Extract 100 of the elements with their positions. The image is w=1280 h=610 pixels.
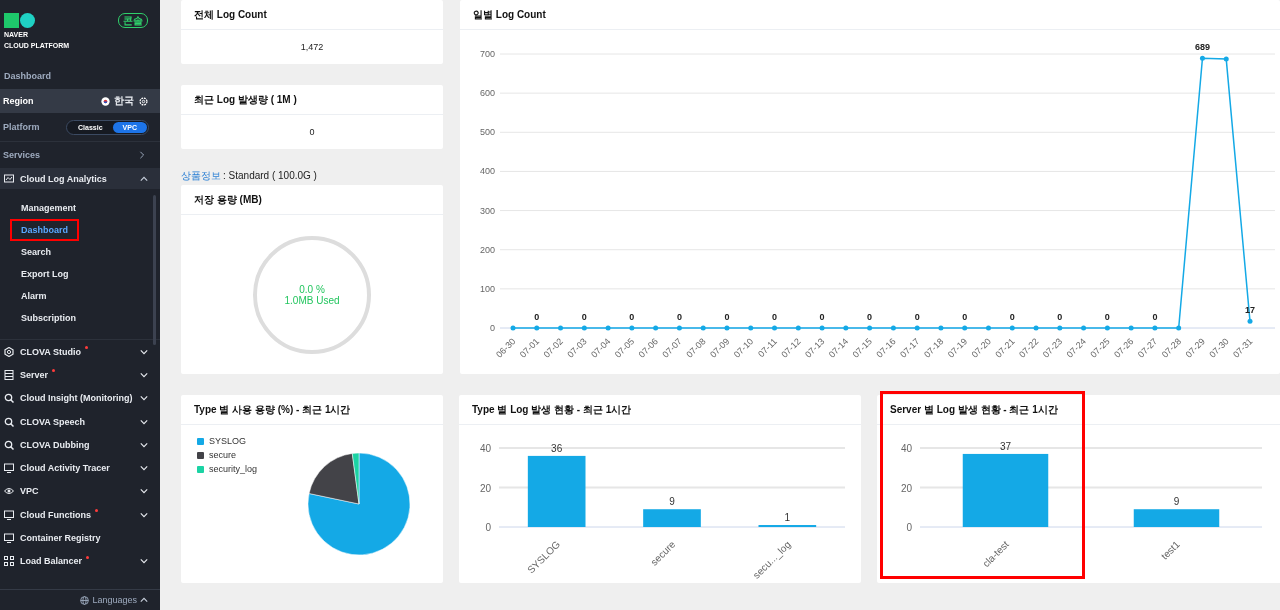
data-point (748, 325, 754, 331)
data-point (1247, 318, 1253, 324)
scrollbar[interactable] (153, 195, 156, 345)
value-label: 9 (669, 496, 675, 508)
service-item[interactable]: CLOVA Speech (0, 409, 160, 434)
axis-label: 0 (906, 522, 912, 533)
eye-icon (4, 486, 14, 497)
axis-label: 600 (479, 88, 495, 99)
data-point (1057, 325, 1063, 331)
value-label: 0 (581, 312, 587, 322)
monitor-icon (4, 533, 14, 543)
menu-item[interactable]: Dashboard (10, 219, 79, 241)
service-item[interactable]: Cloud Insight (Monitoring) (0, 386, 160, 410)
axis-label: 40 (900, 443, 912, 454)
value-label: 36 (551, 442, 563, 454)
console-badge: 콘솔 (118, 13, 148, 28)
legend-label[interactable]: SYSLOG (209, 436, 246, 446)
service-item[interactable]: Cloud Functions (0, 503, 160, 527)
data-point (1081, 325, 1087, 331)
value-label: 689 (1194, 42, 1210, 53)
value-label: 0 (629, 312, 635, 322)
service-item[interactable]: CLOVA Studio (0, 340, 160, 364)
usage-percent: 0.0 % (299, 283, 325, 295)
data-point (819, 325, 825, 331)
bar (643, 509, 701, 527)
data-point (795, 325, 801, 331)
data-point (1176, 325, 1182, 331)
data-point (890, 325, 896, 331)
data-point (772, 325, 777, 331)
card-title: 전체 Log Count (194, 7, 267, 22)
service-item[interactable]: Container Registry (0, 526, 160, 550)
bar (527, 455, 586, 527)
region-label: Region (3, 96, 35, 106)
data-point (914, 325, 920, 331)
server-icon (4, 369, 14, 380)
menu-item[interactable]: Export Log (10, 263, 80, 285)
value-label: 37 (999, 440, 1012, 452)
menu-item[interactable]: Subscription (10, 307, 87, 329)
service-item[interactable]: Cloud Activity Tracer (0, 456, 160, 480)
data-point (1199, 55, 1205, 61)
service-item[interactable]: CLOVA Dubbing (0, 433, 160, 457)
chart-icon (4, 173, 14, 184)
service-item[interactable]: Load Balancer (0, 549, 160, 573)
monitor-icon (4, 509, 14, 520)
data-point (986, 325, 991, 331)
menu-item[interactable]: Search (10, 241, 63, 263)
value-label: 0 (914, 312, 920, 322)
globe-icon (80, 595, 90, 605)
data-point (605, 325, 611, 331)
data-point (724, 325, 730, 331)
menu-item[interactable]: Alarm (10, 285, 58, 307)
service-item[interactable]: Cloud Log Analytics (0, 168, 160, 189)
data-point (938, 325, 944, 331)
card-title: Type 별 Log 발생 현황 - 최근 1시간 (472, 402, 632, 417)
axis-label: 400 (479, 166, 495, 177)
data-point (558, 325, 564, 331)
legend-label[interactable]: secure (209, 450, 236, 460)
data-point (1009, 325, 1015, 331)
dashboard-link[interactable]: Dashboard (0, 61, 160, 89)
value-label: 0 (1152, 312, 1158, 322)
data-point (676, 325, 682, 331)
flag-icon (101, 96, 110, 106)
magnifier-icon (4, 416, 14, 427)
magnifier-icon (4, 439, 14, 450)
data-point (534, 325, 540, 331)
menu-item[interactable]: Management (10, 197, 87, 219)
axis-label: 20 (479, 482, 491, 494)
data-point (581, 325, 587, 331)
value-label: 0 (1104, 312, 1110, 322)
value-label: 0 (534, 312, 540, 322)
nodes-icon (4, 556, 14, 567)
card-title: 최근 Log 발생량 ( 1M ) (194, 92, 297, 107)
region-value[interactable]: 한국 (114, 94, 134, 108)
axis-label: 0 (485, 522, 491, 533)
languages-link[interactable]: Languages (92, 595, 137, 605)
card-title: 저장 용량 (MB) (194, 192, 262, 207)
hexagon-icon (4, 346, 14, 357)
chevron-right-icon (138, 151, 146, 159)
service-item[interactable]: Server (0, 363, 160, 387)
product-plan: : Standard ( 100.0G ) (223, 170, 317, 181)
platform-label: Platform (3, 122, 41, 132)
data-point (867, 325, 873, 331)
value-label: 0 (724, 312, 730, 322)
axis-label: 300 (479, 205, 495, 216)
data-point (1128, 325, 1134, 331)
count-value: 0 (308, 126, 316, 139)
services-label[interactable]: Services (3, 150, 41, 160)
data-point (700, 325, 706, 331)
data-point (1033, 325, 1039, 331)
product-info-link[interactable]: 상품정보 (181, 168, 221, 183)
axis-label: 200 (479, 244, 495, 255)
value-label: 1 (784, 512, 791, 524)
settings-icon (139, 96, 148, 106)
service-item[interactable]: VPC (0, 479, 160, 504)
data-point (1152, 325, 1158, 331)
axis-label: 700 (479, 49, 495, 59)
chevron-up-icon (140, 596, 148, 604)
count-value: 1,472 (299, 41, 325, 54)
magnifier-icon (4, 393, 14, 404)
legend-label[interactable]: security_log (209, 464, 258, 474)
